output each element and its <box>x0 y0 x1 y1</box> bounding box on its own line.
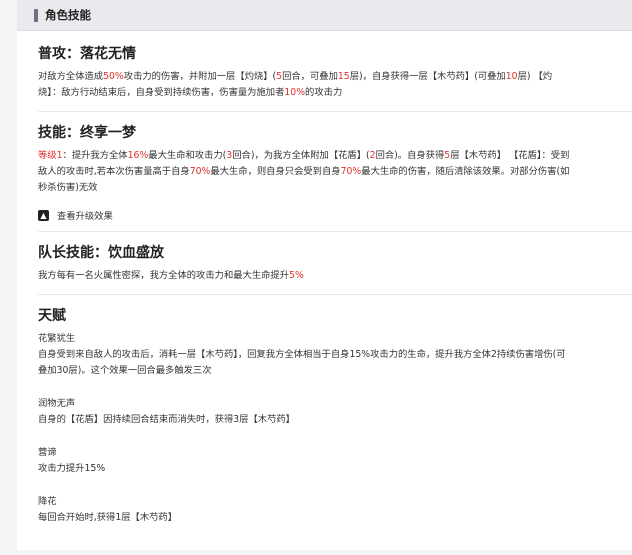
talent-item: 润物无声 自身的【花盾】因持续回合结束而消失时，获得3层【木芍药】 <box>38 396 632 428</box>
up-arrow-square-icon: ▲ <box>38 209 49 221</box>
normal-attack-desc-line1: 对敌方全体造成50%攻击力的伤害，并附加一层【灼烧】(5回合，可叠加15层)，自… <box>38 71 553 82</box>
leader-skill-desc: 我方每有一名火属性密探，我方全体的攻击力和最大生命提升5% <box>38 270 304 281</box>
header-accent-bar <box>34 9 38 22</box>
talent-desc-line: 自身的【花盾】因持续回合结束而消失时，获得3层【木芍药】 <box>38 414 295 425</box>
panel-title: 角色技能 <box>45 8 91 22</box>
leader-skill-title: 队长技能：饮血盛放 <box>38 245 164 261</box>
divider <box>38 294 632 295</box>
talent-item: 营谛 攻击力提升15% <box>38 445 632 477</box>
normal-attack-title: 普攻：落花无情 <box>38 46 136 62</box>
talent-desc-line: 叠加30层)。这个效果一回合最多触发三次 <box>38 365 212 376</box>
talent-section: 天赋 <box>38 305 632 325</box>
skill-title: 技能：终享一梦 <box>38 125 136 141</box>
talent-desc-line: 每回合开始时,获得1层【木芍药】 <box>38 512 178 523</box>
skill-section: 技能：终享一梦 <box>38 122 632 142</box>
skill-desc-line3: 秒杀伤害)无效 <box>38 182 98 193</box>
talent-name: 营谛 <box>38 447 57 458</box>
normal-attack-desc-line2: 烧】：敌方行动结束后，自身受到持续伤害，伤害量为施加者10%的攻击力 <box>38 87 343 98</box>
talent-item: 花繁犹生 自身受到来自敌人的攻击后，消耗一层【木芍药】，回复我方全体相当于自身1… <box>38 331 632 379</box>
talent-item: 降花 每回合开始时,获得1层【木芍药】 <box>38 494 632 526</box>
skill-desc-line2: 敌人的攻击时,若本次伤害量高于自身70%最大生命，则自身只会受到自身70%最大生… <box>38 166 570 177</box>
view-upgrade-label: 查看升级效果 <box>57 211 113 222</box>
talent-name: 降花 <box>38 496 57 507</box>
talent-title: 天赋 <box>38 308 66 324</box>
talent-desc-line: 自身受到来自敌人的攻击后，消耗一层【木芍药】，回复我方全体相当于自身15%攻击力… <box>38 349 566 360</box>
normal-attack-section: 普攻：落花无情 <box>38 43 632 63</box>
skills-card: 普攻：落花无情 对敌方全体造成50%攻击力的伤害，并附加一层【灼烧】(5回合，可… <box>17 31 632 550</box>
view-upgrade-button[interactable]: ▲ 查看升级效果 <box>38 207 113 223</box>
panel-header: 角色技能 <box>17 0 632 31</box>
skill-desc-line1: 等级1：提升我方全体16%最大生命和攻击力(3回合)，为我方全体附加【花盾】(2… <box>38 150 570 161</box>
talent-name: 花繁犹生 <box>38 333 76 344</box>
divider <box>38 231 632 232</box>
divider <box>38 111 632 112</box>
talent-name: 润物无声 <box>38 398 76 409</box>
talent-desc-line: 攻击力提升15% <box>38 463 106 474</box>
leader-skill-section: 队长技能：饮血盛放 <box>38 242 632 262</box>
